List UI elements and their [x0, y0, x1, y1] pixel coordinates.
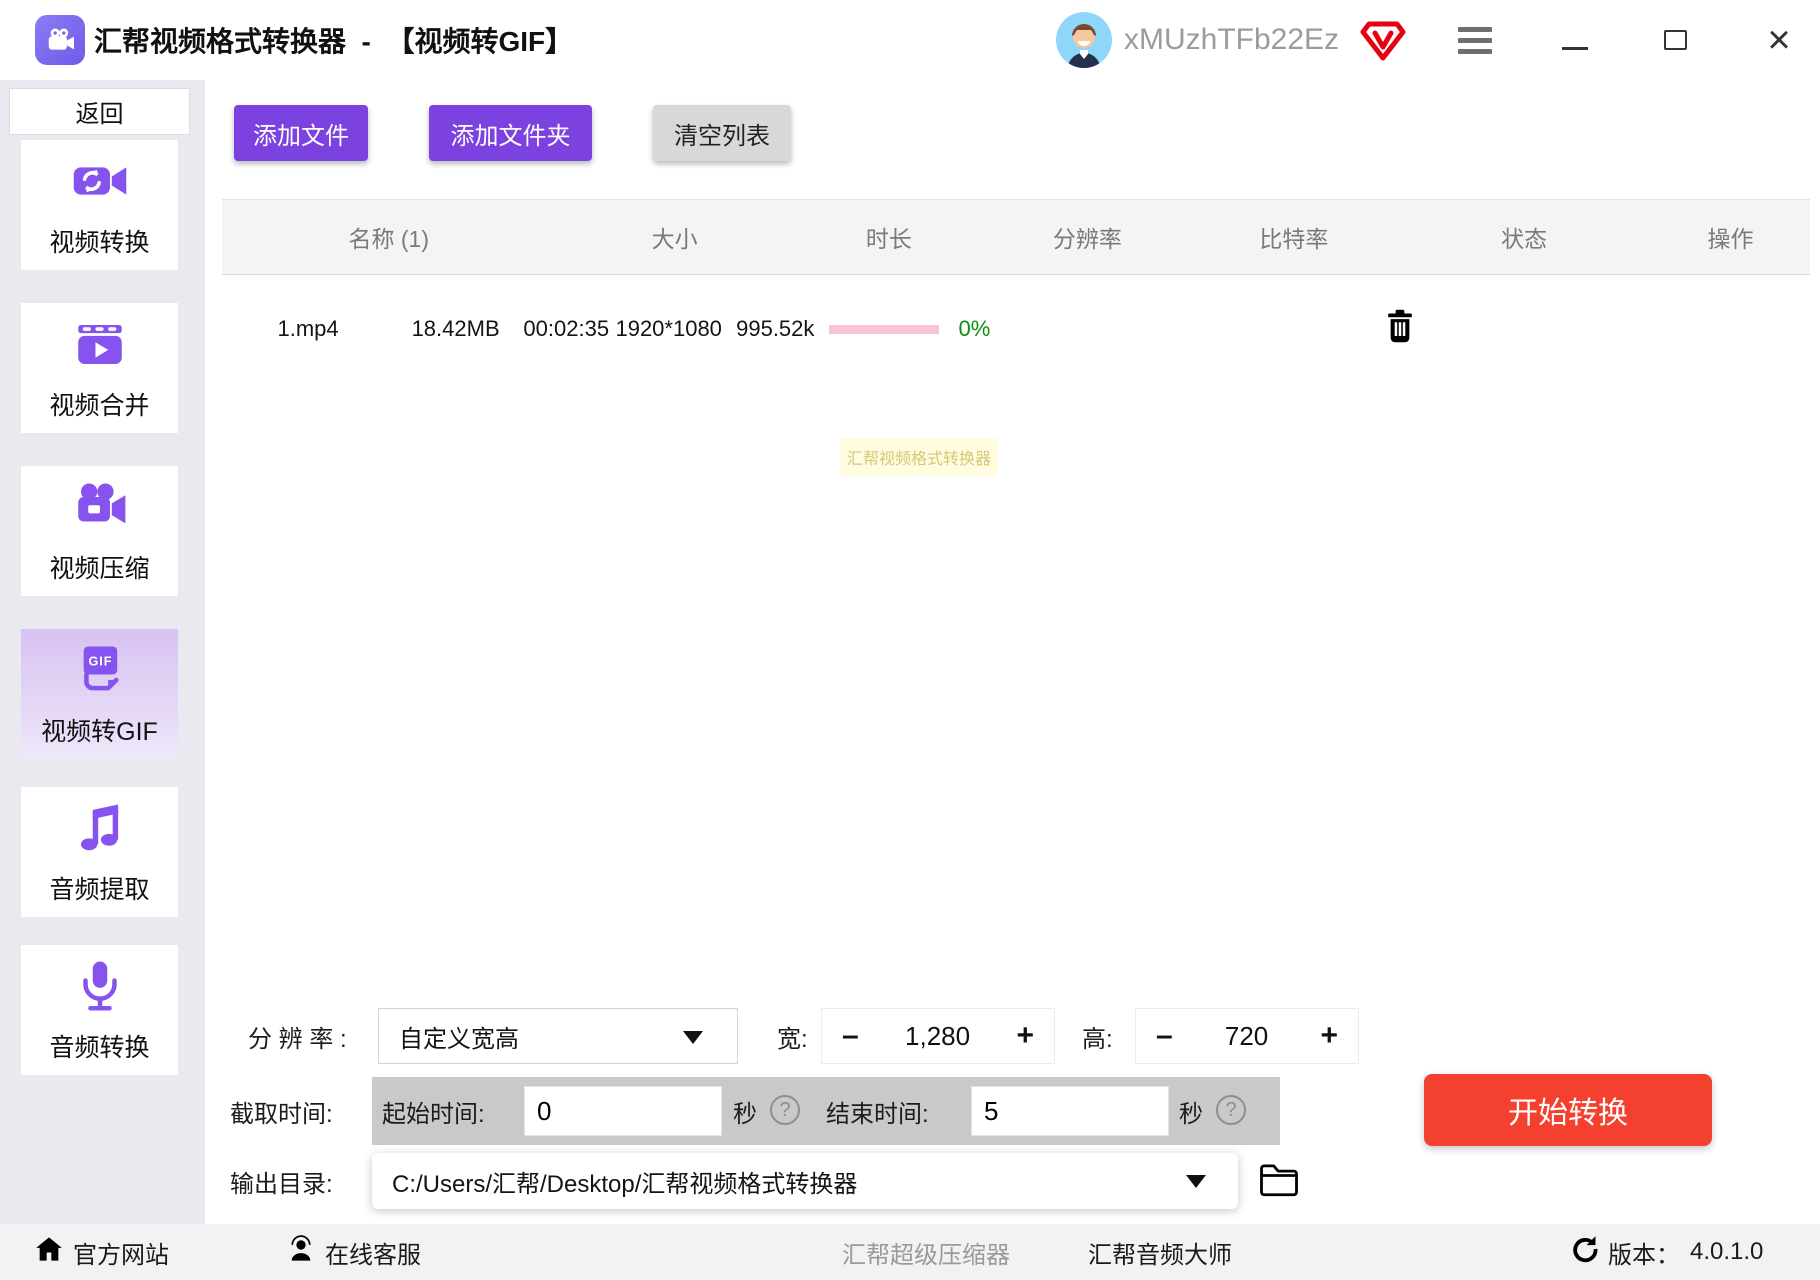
video-compress-icon	[71, 478, 129, 541]
watermark: 汇帮视频格式转换器	[840, 438, 998, 476]
column-header-bitrate: 比特率	[1191, 220, 1397, 254]
partner-link-audio-master[interactable]: 汇帮音频大师	[1088, 1224, 1232, 1280]
cell-file-size: 18.42MB	[394, 316, 517, 342]
width-minus-button[interactable]: –	[842, 1021, 859, 1051]
resolution-label: 分 辨 率 :	[248, 1008, 347, 1064]
table-row: 1.mp4 18.42MB 00:02:35 1920*1080 995.52k…	[222, 300, 1810, 358]
width-plus-button[interactable]: +	[1016, 1021, 1034, 1051]
minimize-button[interactable]	[1550, 0, 1600, 80]
seconds-label: 秒	[733, 1077, 757, 1145]
microphone-icon	[71, 957, 129, 1020]
menu-icon[interactable]	[1458, 27, 1492, 54]
video-convert-icon	[71, 152, 129, 215]
output-dir-label: 输出目录:	[230, 1153, 333, 1209]
end-time-label: 结束时间:	[826, 1077, 929, 1145]
statusbar: 官方网站 在线客服 汇帮超级压缩器 汇帮音频大师 版本： 4.0.1.0	[0, 1224, 1820, 1280]
clear-list-button[interactable]: 清空列表	[653, 105, 791, 161]
music-note-icon	[71, 799, 129, 862]
sidebar-item-video-to-gif[interactable]: GIF 视频转GIF	[21, 629, 178, 759]
chevron-down-icon	[683, 1031, 703, 1044]
home-icon	[35, 1236, 63, 1269]
sidebar-item-audio-convert[interactable]: 音频转换	[21, 945, 178, 1075]
width-label: 宽:	[777, 1008, 808, 1064]
sidebar-item-label: 音频转换	[49, 1028, 149, 1064]
back-button[interactable]: 返回	[9, 88, 190, 135]
video-merge-icon	[71, 315, 129, 378]
browse-folder-button[interactable]	[1258, 1160, 1300, 1203]
sidebar-item-label: 视频转GIF	[41, 712, 158, 748]
sidebar-item-video-convert[interactable]: 视频转换	[21, 140, 178, 270]
sidebar-item-label: 视频压缩	[49, 549, 149, 585]
end-time-input[interactable]	[971, 1086, 1169, 1136]
column-header-duration: 时长	[794, 220, 985, 254]
window-title: 汇帮视频格式转换器 - 【视频转GIF】	[94, 0, 573, 80]
sidebar-item-video-merge[interactable]: 视频合并	[21, 303, 178, 433]
version-label: 版本：	[1608, 1235, 1680, 1270]
cell-file-name: 1.mp4	[222, 316, 394, 342]
column-header-size: 大小	[555, 220, 793, 254]
sidebar: 返回 视频转换 视频合并	[0, 80, 205, 1224]
add-file-button[interactable]: 添加文件	[234, 105, 368, 161]
partner-link-compressor[interactable]: 汇帮超级压缩器	[842, 1224, 1010, 1280]
height-minus-button[interactable]: –	[1156, 1021, 1173, 1051]
column-header-name: 名称 (1)	[222, 220, 555, 254]
column-header-resolution: 分辨率	[984, 220, 1190, 254]
titlebar: 汇帮视频格式转换器 - 【视频转GIF】 xMUzhTFb22Ez ×	[0, 0, 1820, 80]
help-icon[interactable]: ?	[1216, 1095, 1246, 1125]
close-button[interactable]: ×	[1752, 0, 1806, 80]
online-service-link[interactable]: 在线客服	[287, 1224, 421, 1280]
output-dir-value: C:/Users/汇帮/Desktop/汇帮视频格式转换器	[392, 1164, 857, 1199]
column-header-action: 操作	[1651, 220, 1810, 254]
version-value: 4.0.1.0	[1690, 1238, 1763, 1266]
height-value[interactable]: 720	[1225, 1021, 1268, 1052]
width-stepper: – 1,280 +	[821, 1008, 1055, 1064]
online-service-label: 在线客服	[325, 1235, 421, 1270]
app-logo-icon	[35, 15, 85, 65]
height-label: 高:	[1082, 1008, 1113, 1064]
resolution-selected-value: 自定义宽高	[399, 1019, 519, 1054]
height-stepper: – 720 +	[1135, 1008, 1359, 1064]
user-avatar[interactable]	[1056, 12, 1112, 68]
official-site-link[interactable]: 官方网站	[35, 1224, 169, 1280]
username[interactable]: xMUzhTFb22Ez	[1124, 0, 1339, 80]
progress-bar	[829, 325, 939, 334]
help-icon[interactable]: ?	[770, 1095, 800, 1125]
trash-icon	[1385, 309, 1415, 349]
svg-text:GIF: GIF	[88, 654, 112, 668]
seconds-label: 秒	[1179, 1077, 1203, 1145]
sidebar-item-label: 视频合并	[49, 386, 149, 422]
progress-percent: 0%	[959, 316, 991, 342]
official-site-label: 官方网站	[73, 1235, 169, 1270]
output-dir-select[interactable]: C:/Users/汇帮/Desktop/汇帮视频格式转换器	[372, 1153, 1238, 1209]
cell-resolution: 1920*1080	[615, 316, 722, 342]
cell-bitrate: 995.52k	[722, 316, 829, 342]
folder-icon	[1258, 1185, 1300, 1202]
version-info: 版本： 4.0.1.0	[1570, 1224, 1763, 1280]
cell-duration: 00:02:35	[517, 316, 615, 342]
customer-service-icon	[287, 1235, 315, 1270]
column-header-status: 状态	[1397, 220, 1651, 254]
chevron-down-icon	[1186, 1175, 1206, 1188]
clip-time-label: 截取时间:	[230, 1077, 333, 1145]
resolution-select[interactable]: 自定义宽高	[378, 1008, 738, 1064]
width-value[interactable]: 1,280	[905, 1021, 970, 1052]
table-header: 名称 (1) 大小 时长 分辨率 比特率 状态 操作	[222, 199, 1810, 275]
start-time-input[interactable]	[524, 1086, 722, 1136]
maximize-button[interactable]	[1650, 0, 1700, 80]
sidebar-item-audio-extract[interactable]: 音频提取	[21, 787, 178, 917]
height-plus-button[interactable]: +	[1320, 1021, 1338, 1051]
cell-status: 0%	[829, 316, 991, 342]
add-folder-button[interactable]: 添加文件夹	[429, 105, 592, 161]
refresh-icon[interactable]	[1570, 1235, 1598, 1270]
delete-file-button[interactable]	[990, 309, 1810, 349]
sidebar-item-label: 音频提取	[49, 870, 149, 906]
vip-badge-icon[interactable]	[1360, 20, 1406, 62]
start-convert-button[interactable]: 开始转换	[1424, 1074, 1712, 1146]
start-time-label: 起始时间:	[382, 1077, 485, 1145]
sidebar-item-label: 视频转换	[49, 223, 149, 259]
video-to-gif-icon: GIF	[71, 641, 129, 704]
sidebar-item-video-compress[interactable]: 视频压缩	[21, 466, 178, 596]
